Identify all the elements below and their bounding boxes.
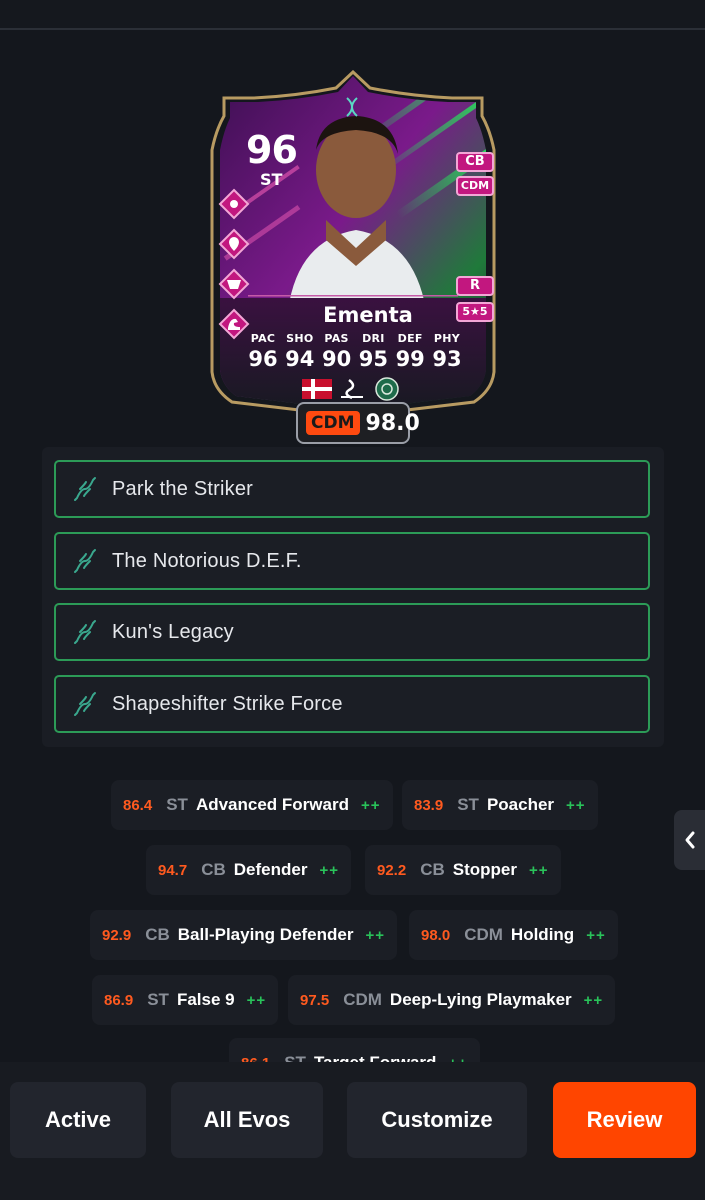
evolution-item[interactable]: Kun's Legacy: [54, 603, 650, 661]
dna-icon: [74, 620, 96, 644]
role-score: 98.0: [421, 926, 451, 944]
stat-sho: SHO 94: [285, 332, 315, 371]
role-chip[interactable]: 92.9 CB Ball-Playing Defender ++: [90, 910, 398, 960]
dna-icon: [74, 692, 96, 716]
role-chip[interactable]: 86.4 ST Advanced Forward ++: [111, 780, 393, 830]
customize-button[interactable]: Customize: [347, 1082, 527, 1158]
playstyle-icon: [218, 188, 250, 220]
evolution-label: Park the Striker: [112, 477, 254, 500]
role-score: 94.7: [158, 861, 188, 879]
nation-flag-icon: [302, 379, 332, 399]
role-chip[interactable]: 97.5 CDM Deep-Lying Playmaker ++: [288, 975, 616, 1025]
role-score: 83.9: [414, 796, 444, 814]
role-position: CB: [145, 925, 170, 944]
role-name: Deep-Lying Playmaker: [389, 990, 572, 1009]
player-name: Ementa: [323, 303, 413, 327]
evolution-label: Shapeshifter Strike Force: [112, 692, 343, 715]
all-evos-button[interactable]: All Evos: [171, 1082, 323, 1158]
active-button[interactable]: Active: [10, 1082, 146, 1158]
role-chip[interactable]: 98.0 CDM Holding ++: [409, 910, 618, 960]
role-position: CB: [201, 860, 226, 879]
card-score-pill: CDM 98.0: [296, 402, 420, 444]
role-score: 86.4: [123, 796, 153, 814]
role-position: CDM: [343, 990, 382, 1009]
role-name: Defender: [233, 860, 308, 879]
role-chip[interactable]: 92.2 CB Stopper ++: [365, 845, 561, 895]
dna-icon: [346, 97, 358, 117]
skills-weakfoot-badge: 5★5: [456, 302, 494, 322]
location-pin-icon: [218, 228, 250, 260]
role-name: False 9: [176, 990, 235, 1009]
club-crest-icon: [375, 377, 399, 401]
role-score: 97.5: [300, 991, 330, 1009]
stat-pas: PAS 90: [321, 332, 352, 371]
role-plus: ++: [566, 796, 586, 814]
top-header-strip: [0, 0, 705, 30]
evolutions-panel: Park the Striker The Notorious D.E.F. Ku…: [42, 447, 664, 747]
alt-position-badge: CB: [456, 152, 494, 172]
role-plus: ++: [529, 861, 549, 879]
stat-phy: PHY 93: [432, 332, 462, 371]
raccoon-face-icon: [218, 268, 250, 300]
role-position: CDM: [464, 925, 503, 944]
card-rating: 96: [246, 128, 298, 172]
role-plus: ++: [360, 796, 381, 814]
alt-position-badge: CDM: [456, 176, 494, 196]
role-chip[interactable]: 83.9 ST Poacher ++: [402, 780, 598, 830]
league-logo-icon: [341, 379, 363, 400]
role-plus: ++: [319, 861, 339, 879]
role-name: Holding: [510, 925, 575, 944]
stat-pac: PAC 96: [248, 332, 278, 371]
preferred-foot-badge: R: [456, 276, 494, 296]
review-button[interactable]: Review: [553, 1082, 696, 1158]
role-plus: ++: [583, 991, 604, 1009]
role-score: 92.2: [377, 861, 407, 879]
role-name: Ball-Playing Defender: [177, 925, 354, 944]
role-position: CB: [420, 860, 445, 879]
role-plus: ++: [586, 926, 606, 944]
role-position: ST: [147, 990, 169, 1009]
role-position: ST: [457, 795, 479, 814]
role-name: Stopper: [452, 860, 517, 879]
evolution-item[interactable]: Park the Striker: [54, 460, 650, 518]
role-plus: ++: [246, 991, 267, 1009]
role-name: Poacher: [486, 795, 555, 814]
role-chip[interactable]: 94.7 CB Defender ++: [146, 845, 351, 895]
stat-dri: DRI 95: [358, 332, 388, 371]
role-name: Advanced Forward: [195, 795, 349, 814]
evolution-label: The Notorious D.E.F.: [112, 549, 302, 572]
role-position: ST: [166, 795, 188, 814]
stat-def: DEF 99: [395, 332, 425, 371]
side-panel-toggle[interactable]: [674, 810, 705, 870]
chevron-left-icon: [685, 831, 694, 849]
evolution-item[interactable]: The Notorious D.E.F.: [54, 532, 650, 590]
dna-icon: [74, 549, 96, 573]
score-position: CDM: [306, 411, 360, 435]
card-stats: PAC 96 SHO 94 PAS 90 DRI 95 DEF 99 PHY 93: [245, 332, 465, 371]
role-score: 92.9: [102, 926, 132, 944]
evolution-item[interactable]: Shapeshifter Strike Force: [54, 675, 650, 733]
player-card[interactable]: 96 ST CB CDM R 5★5 Ementa PAC 96 SHO 94 PA…: [208, 70, 498, 450]
role-score: 86.9: [104, 991, 134, 1009]
card-position: ST: [260, 170, 283, 189]
evolution-label: Kun's Legacy: [112, 620, 234, 643]
role-chip[interactable]: 86.9 ST False 9 ++: [92, 975, 279, 1025]
dna-icon: [74, 477, 96, 501]
role-plus: ++: [365, 926, 386, 944]
score-value: 98.0: [365, 410, 420, 436]
